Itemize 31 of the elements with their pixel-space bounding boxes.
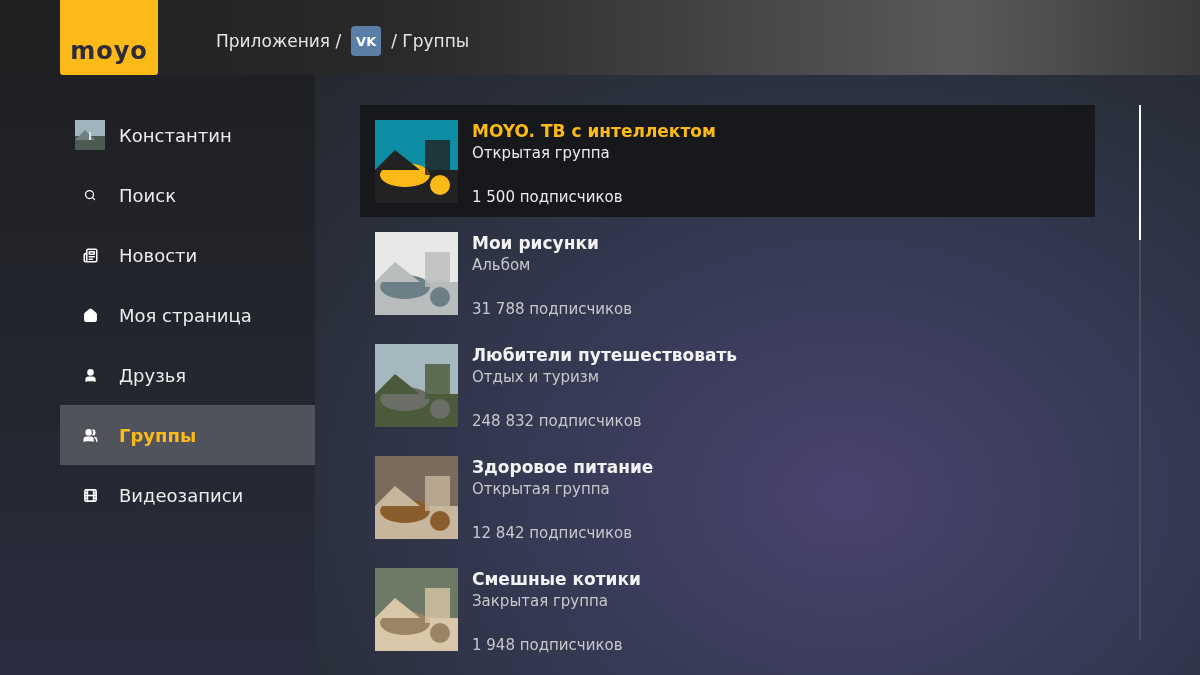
group-title: Здоровое питание — [472, 456, 654, 478]
sidebar-item[interactable]: Моя страница — [60, 285, 315, 345]
subscriber-count: 248 832 подписчиков — [472, 411, 643, 432]
group-item[interactable]: Смешные котики Закрытая группа 1 948 подписчиков — [360, 553, 1095, 665]
subscriber-count: 12 842 подписчиков — [472, 523, 634, 544]
logo: moyo — [60, 0, 158, 75]
group-item[interactable]: MOYO. ТВ с интеллектом Открытая группа 1 500 подписчиков — [360, 105, 1095, 217]
group-type: Альбом — [472, 255, 532, 276]
breadcrumb-current: / Группы — [391, 31, 470, 51]
group-item[interactable]: Мои рисунки Альбом 31 788 подписчиков — [360, 217, 1095, 329]
sidebar-item[interactable]: Поиск — [60, 165, 315, 225]
sidebar-item[interactable]: Видеозаписи — [60, 465, 315, 525]
group-type: Отдых и туризм — [472, 367, 601, 388]
sidebar-item[interactable]: Друзья — [60, 345, 315, 405]
sidebar-item[interactable]: Константин — [60, 105, 315, 165]
group-title: Мои рисунки — [472, 232, 600, 254]
subscriber-count: 1 500 подписчиков — [472, 187, 624, 208]
breadcrumb-link[interactable]: Приложения / — [216, 31, 342, 51]
group-title: Любители путешествовать — [472, 344, 738, 366]
group-item[interactable]: Любители путешествовать Отдых и туризм 248 832 подписчиков — [360, 329, 1095, 441]
vk-logo-icon[interactable]: VK — [351, 26, 382, 56]
group-title: Смешные котики — [472, 568, 641, 590]
sidebar-item[interactable]: Группы — [60, 405, 315, 465]
group-type: Открытая группа — [472, 143, 611, 164]
group-title: MOYO. ТВ с интеллектом — [472, 120, 716, 142]
subscriber-count: 31 788 подписчиков — [472, 299, 633, 320]
subscriber-count: 1 948 подписчиков — [472, 635, 624, 656]
group-type: Закрытая группа — [472, 591, 610, 612]
group-type: Открытая группа — [472, 479, 611, 500]
group-item[interactable]: Здоровое питание Открытая группа 12 842 подписчиков — [360, 441, 1095, 553]
sidebar-item[interactable]: Новости — [60, 225, 315, 285]
